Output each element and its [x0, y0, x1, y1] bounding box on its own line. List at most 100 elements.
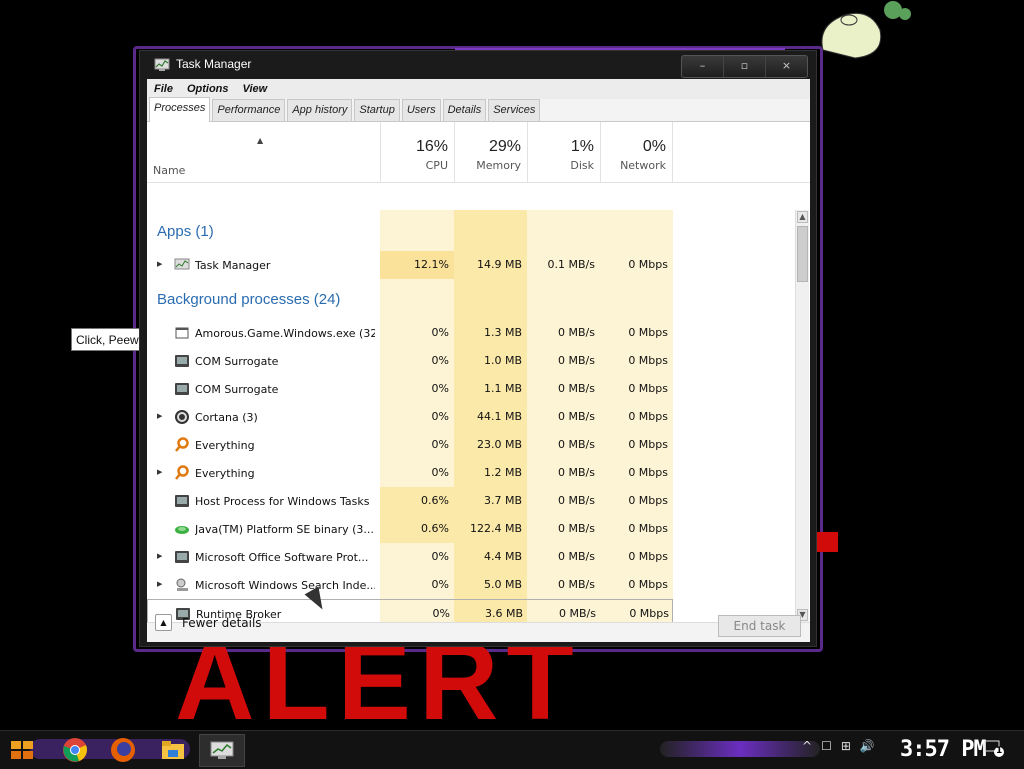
memory-cell: 3.7 MB — [483, 494, 522, 507]
scroll-thumb[interactable] — [797, 226, 808, 282]
process-name: Java(TM) Platform SE binary (3... — [195, 523, 374, 536]
tab-app-history[interactable]: App history — [287, 99, 353, 121]
action-center-icon[interactable]: 1 — [984, 739, 1004, 757]
expand-chevron-icon[interactable]: ▶ — [157, 468, 162, 476]
volume-icon[interactable]: 🔊 — [860, 739, 875, 753]
tab-details[interactable]: Details — [442, 99, 487, 121]
java-icon — [174, 521, 190, 537]
everything-search-icon — [174, 465, 190, 481]
task-manager-window[interactable]: Task Manager – ▫ × File Options View Pro… — [139, 50, 817, 647]
table-row[interactable]: ▶ Everything 0% 1.2 MB 0 MB/s 0 Mbps — [147, 459, 673, 487]
process-name: Microsoft Office Software Prot... — [195, 551, 369, 564]
menu-file[interactable]: File — [147, 83, 180, 95]
minimize-button[interactable]: – — [682, 56, 724, 77]
network-cell: 0 Mbps — [628, 258, 668, 271]
expand-chevron-icon[interactable]: ▶ — [157, 260, 162, 268]
process-name: Everything — [195, 439, 255, 452]
column-network[interactable]: 0% Network — [600, 122, 673, 182]
taskbar-clock[interactable]: 3:57 PM — [900, 737, 987, 762]
network-cell: 0 Mbps — [628, 410, 668, 423]
network-cell: 0 Mbps — [628, 466, 668, 479]
disk-cell: 0 MB/s — [558, 326, 595, 339]
column-name[interactable]: Name — [153, 164, 185, 177]
network-icon[interactable]: ⊞ — [841, 739, 851, 753]
mascot-character-image — [821, 1, 911, 59]
cortana-icon — [174, 409, 190, 425]
table-row[interactable]: Everything 0% 23.0 MB 0 MB/s 0 Mbps — [147, 431, 673, 459]
system-tray: ^ ☐ ⊞ 🔊 — [802, 739, 875, 753]
disk-label: Disk — [570, 159, 594, 172]
cpu-cell: 0% — [432, 607, 450, 620]
process-name: Everything — [195, 467, 255, 480]
memory-cell: 23.0 MB — [476, 438, 522, 451]
cpu-cell: 0% — [431, 466, 449, 479]
expand-chevron-icon[interactable]: ▶ — [157, 580, 162, 588]
network-cell: 0 Mbps — [628, 550, 668, 563]
footer: ▲ Fewer details End task — [147, 614, 810, 642]
system-process-icon — [174, 353, 190, 369]
column-disk[interactable]: 1% Disk — [527, 122, 600, 182]
cpu-cell: 0% — [431, 550, 449, 563]
disk-cell: 0 MB/s — [558, 522, 595, 535]
table-row[interactable]: Java(TM) Platform SE binary (3... 0.6% 122… — [147, 515, 673, 543]
table-row[interactable]: Amorous.Game.Windows.exe (32... 0% 1.3 MB 0… — [147, 319, 673, 347]
disk-cell: 0 MB/s — [558, 494, 595, 507]
cpu-cell: 0% — [431, 382, 449, 395]
tab-startup[interactable]: Startup — [354, 99, 400, 121]
expand-chevron-icon[interactable]: ▶ — [157, 552, 162, 560]
expand-chevron-icon[interactable]: ▶ — [157, 412, 162, 420]
process-name: Task Manager — [195, 259, 271, 272]
tab-users[interactable]: Users — [401, 99, 441, 121]
menu-options[interactable]: Options — [180, 83, 236, 95]
taskbar-task-manager-button[interactable] — [199, 734, 245, 767]
table-row[interactable]: ▶ Cortana (3) 0% 44.1 MB 0 MB/s 0 Mbps — [147, 403, 673, 431]
file-explorer-icon[interactable] — [159, 736, 187, 764]
tablet-mode-icon[interactable]: ☐ — [821, 739, 832, 753]
process-name: Microsoft Windows Search Inde... — [195, 579, 375, 592]
disk-cell: 0 MB/s — [559, 607, 596, 620]
task-manager-icon — [154, 58, 170, 71]
tab-processes[interactable]: Processes — [149, 97, 211, 122]
process-name: Cortana (3) — [195, 411, 258, 424]
title-bar[interactable]: Task Manager – ▫ × — [140, 51, 816, 79]
system-process-icon — [174, 493, 190, 509]
start-icon[interactable] — [8, 736, 36, 764]
show-hidden-icons-icon[interactable]: ^ — [802, 739, 812, 753]
disk-cell: 0 MB/s — [558, 550, 595, 563]
task-manager-icon — [210, 741, 234, 759]
end-task-button[interactable]: End task — [718, 615, 801, 637]
cpu-cell: 0.6% — [380, 487, 454, 515]
table-row[interactable]: COM Surrogate 0% 1.1 MB 0 MB/s 0 Mbps — [147, 375, 673, 403]
firefox-icon[interactable] — [109, 736, 137, 764]
memory-cell: 4.4 MB — [483, 550, 522, 563]
table-row[interactable]: ▶ Microsoft Office Software Prot... 0% 4.4 … — [147, 543, 673, 571]
menu-view[interactable]: View — [236, 83, 275, 95]
window-title: Task Manager — [176, 57, 252, 71]
disk-cell: 0 MB/s — [558, 354, 595, 367]
cpu-label: CPU — [425, 159, 448, 172]
close-button[interactable]: × — [766, 56, 807, 77]
task-manager-client: File Options View Processes Performance … — [147, 79, 810, 642]
menu-bar: File Options View — [147, 79, 810, 99]
fewer-details-button[interactable]: ▲ Fewer details — [155, 614, 262, 631]
network-cell: 0 Mbps — [629, 607, 669, 620]
column-cpu[interactable]: 16% CPU — [380, 122, 454, 182]
vertical-scrollbar[interactable]: ▲ ▼ — [795, 210, 809, 622]
column-memory[interactable]: 29% Memory — [454, 122, 527, 182]
tab-performance[interactable]: Performance — [212, 99, 286, 121]
table-row[interactable]: COM Surrogate 0% 1.0 MB 0 MB/s 0 Mbps — [147, 347, 673, 375]
chrome-icon[interactable] — [61, 736, 89, 764]
tab-services[interactable]: Services — [488, 99, 541, 121]
maximize-button[interactable]: ▫ — [724, 56, 766, 77]
everything-search-icon — [174, 437, 190, 453]
memory-cell: 1.2 MB — [483, 466, 522, 479]
network-cell: 0 Mbps — [628, 382, 668, 395]
network-cell: 0 Mbps — [628, 494, 668, 507]
table-row[interactable]: ▶ Task Manager 12.1% 14.9 MB 0.1 MB/s 0 Mbps — [147, 251, 673, 279]
memory-cell: 44.1 MB — [476, 410, 522, 423]
table-row[interactable]: ▶ Microsoft Windows Search Inde... 0% 5.0 M… — [147, 571, 673, 599]
network-cell: 0 Mbps — [628, 326, 668, 339]
table-row[interactable]: Host Process for Windows Tasks 0.6% 3.7 MB… — [147, 487, 673, 515]
disk-cell: 0 MB/s — [558, 410, 595, 423]
scroll-up-icon[interactable]: ▲ — [797, 211, 808, 223]
